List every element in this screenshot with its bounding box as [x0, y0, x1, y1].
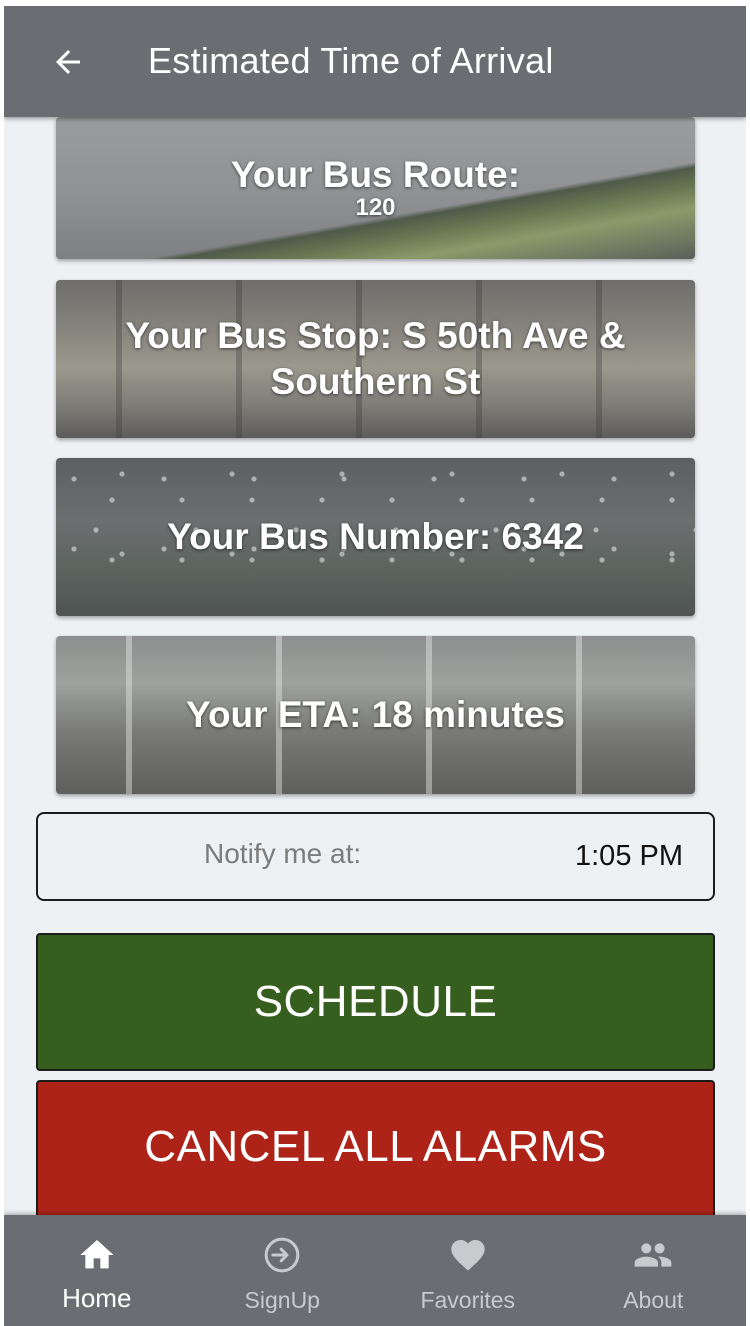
notify-time-picker[interactable]: Notify me at: 1:05 PM [36, 812, 715, 901]
heart-icon [448, 1235, 488, 1275]
bus-stop-card: Your Bus Stop: S 50th Ave & Southern St [56, 280, 695, 438]
bottom-navigation: Home SignUp Favorites About [4, 1215, 746, 1326]
page-title: Estimated Time of Arrival [148, 40, 554, 81]
notify-label: Notify me at: [204, 838, 362, 869]
notify-time-value[interactable]: 1:05 PM [575, 840, 683, 873]
bus-route-value: 120 [355, 194, 396, 221]
eta-card: Your ETA: 18 minutes [56, 636, 695, 794]
nav-item-about[interactable]: About [561, 1215, 747, 1326]
arrow-left-icon [56, 50, 80, 74]
nav-label-about: About [623, 1287, 684, 1313]
nav-item-home[interactable]: Home [4, 1215, 190, 1326]
home-icon [77, 1235, 117, 1275]
nav-label-signup: SignUp [244, 1287, 320, 1313]
nav-label-favorites: Favorites [420, 1287, 516, 1313]
app-header: Estimated Time of Arrival [4, 6, 746, 117]
bus-stop-label: Your Bus Stop: S 50th Ave & Southern St [125, 315, 626, 402]
people-icon [633, 1235, 673, 1275]
eta-label: Your ETA: 18 minutes [186, 694, 565, 735]
bus-route-card: Your Bus Route: 120 [56, 117, 695, 259]
app-screen: Estimated Time of Arrival Your Bus Route… [4, 6, 746, 1326]
bus-number-label: Your Bus Number: 6342 [167, 516, 584, 557]
nav-item-signup[interactable]: SignUp [190, 1215, 376, 1326]
nav-item-favorites[interactable]: Favorites [375, 1215, 561, 1326]
back-button[interactable] [42, 36, 94, 88]
schedule-button[interactable]: SCHEDULE [36, 933, 715, 1071]
bus-route-label: Your Bus Route: [230, 154, 521, 195]
bus-number-card: Your Bus Number: 6342 [56, 458, 695, 616]
cancel-all-alarms-button[interactable]: CANCEL ALL ALARMS [36, 1080, 715, 1230]
sign-in-icon [262, 1235, 302, 1275]
nav-label-home: Home [62, 1283, 132, 1313]
